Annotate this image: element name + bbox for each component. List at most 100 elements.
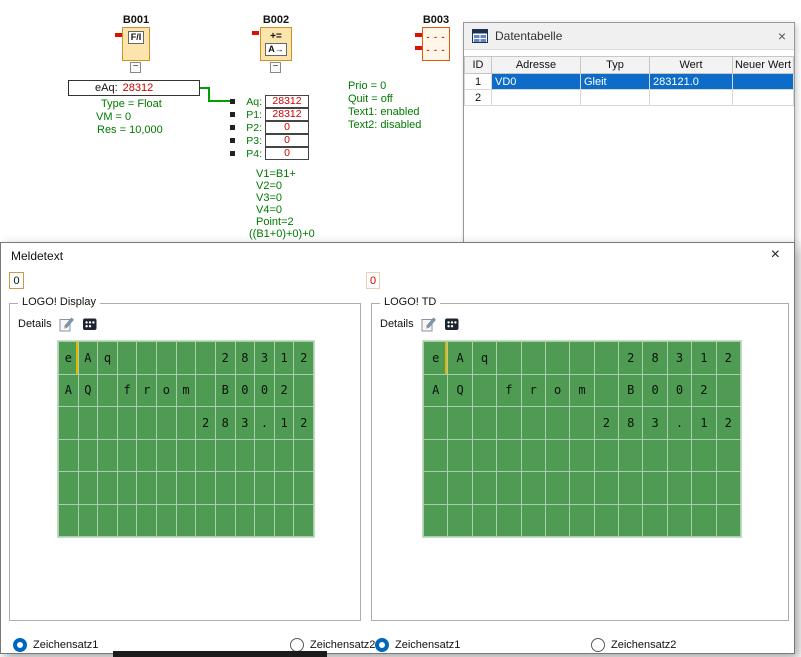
lcd-cell-r6c10[interactable] [643,505,666,537]
lcd-cell-r4c12[interactable] [692,440,715,472]
lcd-cell-r5c13[interactable] [717,472,740,504]
lcd-cell-r6c13[interactable] [294,505,313,537]
table-row[interactable]: 2 [465,90,794,106]
lcd-cell-r5c12[interactable] [275,472,294,504]
lcd-cell-r2c6[interactable]: o [157,375,176,407]
lcd-cell-r6c7[interactable] [570,505,593,537]
lcd-cell-r2c13[interactable] [717,375,740,407]
lcd-cell-r3c13[interactable]: 2 [294,407,313,439]
lcd-cell-r6c9[interactable] [619,505,642,537]
lcd-cell-r6c3[interactable] [98,505,117,537]
lcd-cell-r4c1[interactable] [59,440,78,472]
lcd-cell-r4c10[interactable] [643,440,666,472]
lcd-cell-r1c8[interactable] [196,342,215,374]
lcd-cell-r4c4[interactable] [497,440,520,472]
datatable-close-icon[interactable]: × [778,29,786,43]
lcd-cell-r3c6[interactable] [157,407,176,439]
lcd-cell-r5c3[interactable] [473,472,496,504]
column-header-neuer-wert[interactable]: Neuer Wert [733,57,794,74]
lcd-cell-r6c3[interactable] [473,505,496,537]
lcd-cell-r5c6[interactable] [157,472,176,504]
datatable-titlebar[interactable]: Datentabelle × [464,23,794,50]
lcd-cell-r4c9[interactable] [619,440,642,472]
block-b002[interactable]: += A→ [260,27,292,61]
lcd-cell-r5c9[interactable] [216,472,235,504]
cell-wert[interactable] [650,90,733,106]
lcd-cell-r4c6[interactable] [157,440,176,472]
lcd-cell-r2c12[interactable]: 2 [275,375,294,407]
cell-id[interactable]: 2 [465,90,492,106]
lcd-cell-r3c3[interactable] [473,407,496,439]
lcd-cell-r1c7[interactable] [570,342,593,374]
cell-neuer-wert[interactable] [733,90,794,106]
lcd-cell-r4c10[interactable] [236,440,255,472]
lcd-cell-r5c6[interactable] [546,472,569,504]
table-row[interactable]: 1 VD0 Gleit 283121.0 [465,74,794,90]
lcd-cell-r6c13[interactable] [717,505,740,537]
lcd-cell-r4c7[interactable] [570,440,593,472]
lcd-cell-r4c3[interactable] [98,440,117,472]
radio-zeichensatz2-td[interactable]: Zeichensatz2 [591,638,676,652]
lcd-cell-r1c8[interactable] [595,342,618,374]
lcd-cell-r6c2[interactable] [448,505,471,537]
cell-id[interactable]: 1 [465,74,492,90]
lcd-cell-r2c9[interactable]: B [216,375,235,407]
lcd-cell-r5c4[interactable] [118,472,137,504]
lcd-cell-r3c8[interactable]: 2 [196,407,215,439]
lcd-cell-r4c6[interactable] [546,440,569,472]
lcd-cell-r6c12[interactable] [275,505,294,537]
lcd-cell-r2c7[interactable]: m [570,375,593,407]
lcd-cell-r2c4[interactable]: f [118,375,137,407]
lcd-cell-r2c3[interactable] [473,375,496,407]
lcd-cell-r6c5[interactable] [137,505,156,537]
lcd-cell-r3c9[interactable]: 8 [619,407,642,439]
lcd-cell-r6c1[interactable] [424,505,447,537]
lcd-cell-r6c2[interactable] [79,505,98,537]
lcd-cell-r6c6[interactable] [157,505,176,537]
lcd-cell-r4c11[interactable] [255,440,274,472]
lcd-cell-r2c2[interactable]: Q [79,375,98,407]
lcd-cell-r2c1[interactable]: A [59,375,78,407]
lcd-cell-r6c9[interactable] [216,505,235,537]
lcd-cell-r3c5[interactable] [137,407,156,439]
lcd-cell-r6c7[interactable] [177,505,196,537]
edit-icon[interactable] [59,316,75,332]
lcd-cell-r3c10[interactable]: 3 [236,407,255,439]
lcd-cell-r6c12[interactable] [692,505,715,537]
lcd-cell-r5c1[interactable] [424,472,447,504]
lcd-cell-r5c12[interactable] [692,472,715,504]
lcd-cell-r1c2[interactable]: A [79,342,98,374]
lcd-cell-r2c9[interactable]: B [619,375,642,407]
collapse-button-b002[interactable]: − [270,62,281,73]
lcd-cell-r5c10[interactable] [236,472,255,504]
lcd-cell-r6c1[interactable] [59,505,78,537]
network-input-box[interactable]: eAq: 28312 [68,80,200,96]
lcd-cell-r3c10[interactable]: 3 [643,407,666,439]
lcd-cell-r2c3[interactable] [98,375,117,407]
lcd-cell-r4c8[interactable] [196,440,215,472]
lcd-cell-r3c11[interactable]: . [668,407,691,439]
b002-input-value[interactable]: 28312 [265,108,309,121]
column-header-typ[interactable]: Typ [581,57,650,74]
column-header-adresse[interactable]: Adresse [492,57,581,74]
lcd-cell-r3c6[interactable] [546,407,569,439]
lcd-cell-r1c12[interactable]: 1 [692,342,715,374]
b002-input-value[interactable]: 0 [265,121,309,134]
block-b001[interactable]: F/I [122,27,150,61]
radio-zeichensatz2-display[interactable]: Zeichensatz2 [290,638,375,652]
lcd-cell-r2c10[interactable]: 0 [643,375,666,407]
lcd-cell-r3c5[interactable] [522,407,545,439]
lcd-cell-r5c7[interactable] [177,472,196,504]
lcd-cell-r3c2[interactable] [448,407,471,439]
lcd-cell-r1c10[interactable]: 8 [643,342,666,374]
lcd-cell-r1c4[interactable] [497,342,520,374]
lcd-cell-r5c5[interactable] [137,472,156,504]
lcd-cell-r6c11[interactable] [255,505,274,537]
lcd-cell-r1c1[interactable]: e [59,342,78,374]
lcd-cell-r3c4[interactable] [118,407,137,439]
lcd-cell-r4c2[interactable] [448,440,471,472]
lcd-cell-r3c9[interactable]: 8 [216,407,235,439]
lcd-cell-r4c7[interactable] [177,440,196,472]
lcd-cell-r1c5[interactable] [522,342,545,374]
lcd-cell-r5c11[interactable] [668,472,691,504]
